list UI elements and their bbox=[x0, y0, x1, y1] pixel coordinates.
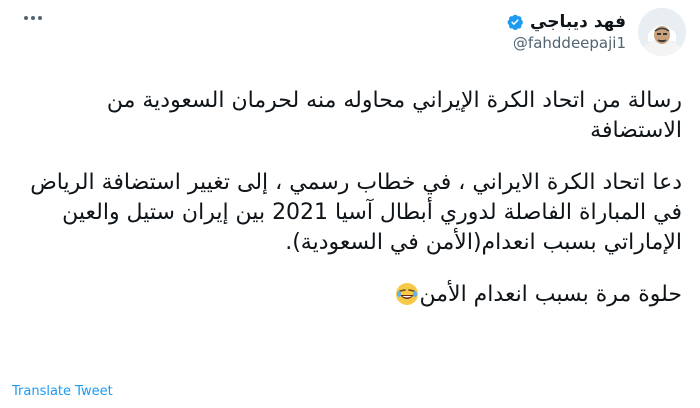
author-handle[interactable]: @fahddeepaji1 bbox=[14, 34, 626, 54]
author-name-row[interactable]: فهد ديباجي bbox=[14, 10, 626, 34]
tweet-header: فهد ديباجي @fahddeepaji1 bbox=[14, 10, 684, 54]
translate-tweet-link[interactable]: Translate Tweet bbox=[12, 384, 113, 399]
tweet-card: فهد ديباجي @fahddeepaji1 رسالة من اتحاد … bbox=[0, 0, 700, 408]
avatar[interactable] bbox=[638, 8, 686, 56]
avatar-image bbox=[638, 8, 686, 56]
tweet-paragraph-1: رسالة من اتحاد الكرة الإيراني محاوله منه… bbox=[99, 88, 682, 143]
tweet-paragraph-3-text: حلوة مرة بسبب انعدام الأمن bbox=[419, 282, 682, 307]
author-display-name[interactable]: فهد ديباجي bbox=[530, 12, 626, 32]
verified-badge-icon bbox=[507, 14, 523, 31]
tweet-paragraph-2: دعا اتحاد الكرة الايراني ، في خطاب رسمي … bbox=[23, 170, 682, 255]
tweet-text: رسالة من اتحاد الكرة الإيراني محاوله منه… bbox=[10, 86, 682, 337]
tweet-paragraph-3: حلوة مرة بسبب انعدام الأمن bbox=[10, 280, 682, 315]
rolling-on-floor-laughing-emoji bbox=[395, 282, 419, 315]
